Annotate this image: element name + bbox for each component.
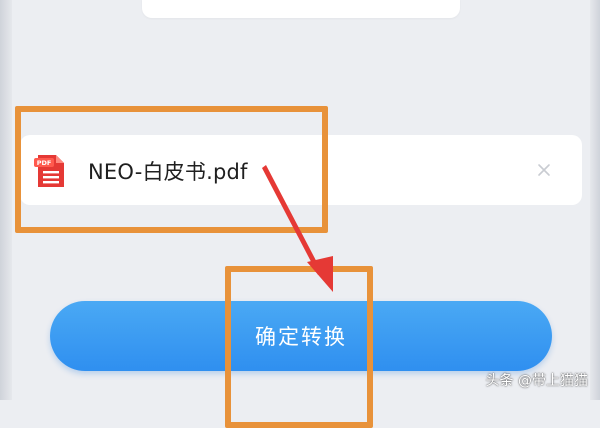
pdf-badge-label: PDF <box>37 159 52 167</box>
device-frame-left <box>0 0 12 400</box>
confirm-convert-button[interactable]: 确定转换 <box>50 301 552 371</box>
file-name: NEO-白皮书.pdf <box>88 160 248 184</box>
close-icon[interactable] <box>536 162 552 178</box>
top-card <box>142 0 460 18</box>
pdf-file-icon: PDF <box>34 155 64 187</box>
watermark-text: 头条 @带上猫猫 <box>485 373 588 389</box>
device-frame-right <box>590 0 600 400</box>
arrow-head <box>307 256 333 292</box>
